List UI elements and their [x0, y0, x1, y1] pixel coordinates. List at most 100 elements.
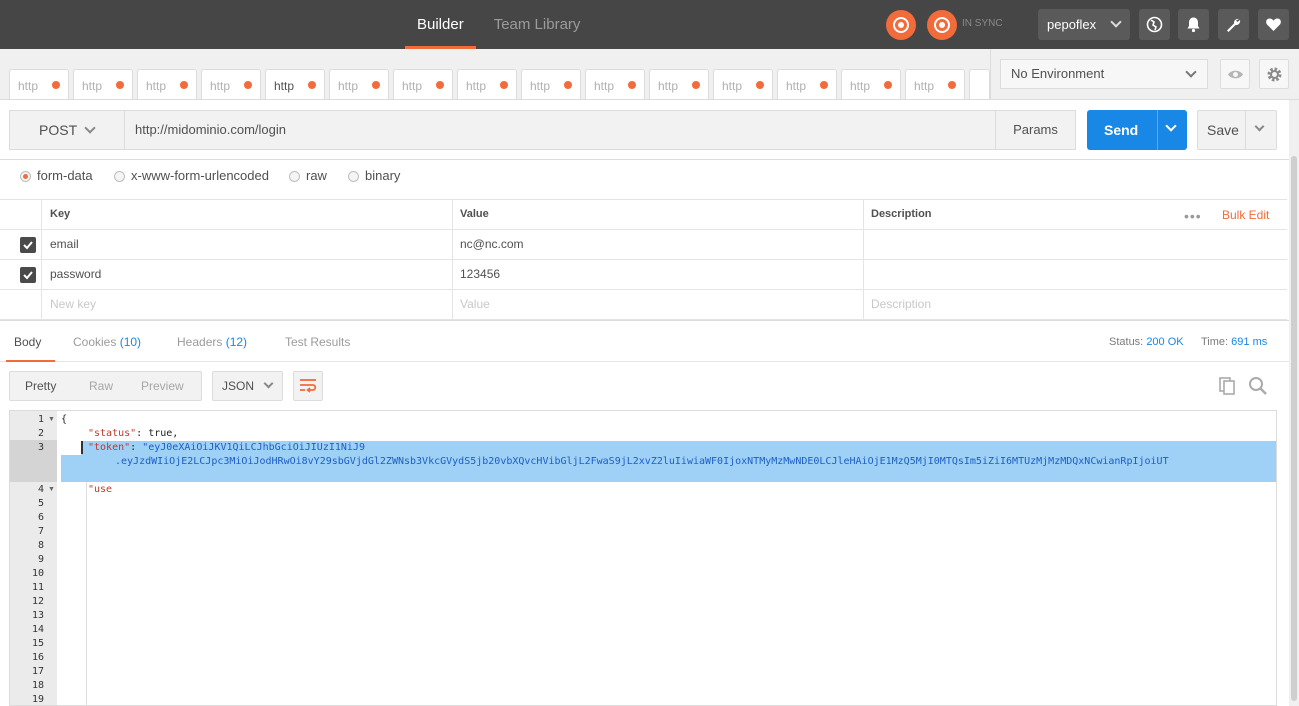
- radio-icon: [348, 171, 359, 182]
- unsaved-dot-icon: [116, 81, 124, 89]
- line-number: 10: [31, 568, 44, 579]
- chevron-down-icon[interactable]: [1254, 121, 1265, 132]
- indent-guide: [86, 482, 87, 705]
- environment-selected: No Environment: [1011, 66, 1105, 81]
- description-cell[interactable]: [863, 260, 1287, 289]
- copy-icon[interactable]: [1218, 376, 1238, 396]
- unsaved-dot-icon: [564, 81, 572, 89]
- url-input[interactable]: http://midominio.com/login: [125, 110, 996, 150]
- radio-binary[interactable]: binary: [348, 166, 400, 186]
- unsaved-dot-icon: [948, 81, 956, 89]
- bell-icon[interactable]: [1178, 9, 1209, 40]
- json-value: "eyJ0eXAiOiJKV1QiLCJhbGciOiJIUzI1NiJ9: [142, 442, 365, 453]
- environment-select[interactable]: No Environment: [1000, 59, 1208, 89]
- tab-builder[interactable]: Builder: [405, 0, 476, 49]
- view-preview-button[interactable]: Preview: [141, 372, 184, 400]
- tab-label: Body: [14, 335, 42, 349]
- code-line: "status": true,: [88, 428, 178, 439]
- request-tab-overflow[interactable]: [969, 69, 990, 99]
- request-tab-label: http: [530, 79, 551, 93]
- line-number: 11: [31, 582, 44, 593]
- request-tab[interactable]: http: [201, 69, 261, 99]
- page-scrollbar[interactable]: [1289, 100, 1299, 706]
- response-status: Status: 200 OK: [1109, 336, 1184, 348]
- request-tab-label: http: [786, 79, 807, 93]
- request-tab[interactable]: http: [521, 69, 581, 99]
- bulk-edit-link[interactable]: Bulk Edit: [1222, 208, 1269, 222]
- heart-icon[interactable]: [1258, 9, 1289, 40]
- tab-cookies[interactable]: Cookies (10): [73, 321, 141, 362]
- chevron-down-icon[interactable]: [1165, 120, 1177, 132]
- new-value-input[interactable]: Value: [452, 290, 863, 319]
- tab-count: (10): [119, 335, 142, 349]
- request-tab-active[interactable]: http: [265, 69, 325, 99]
- gear-icon[interactable]: [1259, 59, 1289, 89]
- radio-x-www-form-urlencoded[interactable]: x-www-form-urlencoded: [114, 166, 269, 186]
- row-checkbox[interactable]: [20, 267, 36, 283]
- save-button[interactable]: Save: [1197, 110, 1277, 150]
- description-cell[interactable]: [863, 230, 1287, 259]
- view-raw-button[interactable]: Raw: [89, 372, 113, 400]
- table-row: email nc@nc.com: [0, 230, 1287, 260]
- status-label: Status:: [1109, 336, 1144, 348]
- more-options-icon[interactable]: •••: [1184, 209, 1202, 223]
- fold-toggle-icon[interactable]: ▼: [48, 416, 55, 423]
- response-body-editor[interactable]: 1 2 3 4 5 6 7 8 9 10 11 12 13 14 15 16 1…: [9, 410, 1277, 706]
- search-icon[interactable]: [1248, 376, 1268, 396]
- sync-status-icon[interactable]: [927, 10, 957, 40]
- text-caret: [81, 441, 83, 454]
- code-line: "use: [88, 484, 112, 495]
- request-tab[interactable]: http: [905, 69, 965, 99]
- eye-icon[interactable]: [1220, 59, 1250, 89]
- request-tab[interactable]: http: [393, 69, 453, 99]
- line-number: 13: [31, 610, 44, 621]
- request-tab[interactable]: http: [585, 69, 645, 99]
- request-tab-label: http: [914, 79, 935, 93]
- new-key-input[interactable]: New key: [41, 290, 452, 319]
- value-cell[interactable]: 123456: [452, 260, 863, 289]
- request-tab[interactable]: http: [137, 69, 197, 99]
- request-tab[interactable]: http: [457, 69, 517, 99]
- request-tab[interactable]: http: [713, 69, 773, 99]
- key-cell[interactable]: password: [41, 260, 452, 289]
- interceptor-icon[interactable]: [886, 10, 916, 40]
- tab-test-results[interactable]: Test Results: [285, 321, 350, 362]
- unsaved-dot-icon: [244, 81, 252, 89]
- user-menu[interactable]: pepoflex: [1038, 9, 1130, 40]
- globe-icon[interactable]: [1139, 9, 1170, 40]
- wrench-icon[interactable]: [1218, 9, 1249, 40]
- radio-raw[interactable]: raw: [289, 166, 327, 186]
- request-tab[interactable]: http: [73, 69, 133, 99]
- params-button[interactable]: Params: [995, 110, 1076, 150]
- request-tab[interactable]: http: [649, 69, 709, 99]
- wrap-lines-icon[interactable]: [293, 371, 323, 401]
- method-select[interactable]: POST: [9, 110, 125, 150]
- tab-headers[interactable]: Headers (12): [177, 321, 247, 362]
- new-description-input[interactable]: Description: [863, 290, 1287, 319]
- view-pretty-button[interactable]: Pretty: [25, 372, 56, 400]
- unsaved-dot-icon: [52, 81, 60, 89]
- fold-toggle-icon[interactable]: ▼: [48, 486, 55, 493]
- format-select[interactable]: JSON: [212, 371, 283, 401]
- request-tab[interactable]: http: [841, 69, 901, 99]
- line-number: 9: [37, 554, 44, 565]
- key-cell[interactable]: email: [41, 230, 452, 259]
- json-key: "token": [88, 442, 131, 453]
- tab-team-library[interactable]: Team Library: [482, 0, 593, 49]
- send-button[interactable]: Send: [1087, 110, 1187, 150]
- time-value: 691 ms: [1231, 336, 1268, 348]
- request-tab-label: http: [18, 79, 39, 93]
- value-cell[interactable]: nc@nc.com: [452, 230, 863, 259]
- code-line: {: [61, 414, 67, 425]
- code-line: .eyJzdWIiOjE2LCJpc3MiOiJodHRwOi8vY29sbGV…: [115, 456, 1169, 467]
- tab-body[interactable]: Body: [5, 321, 56, 363]
- radio-label: x-www-form-urlencoded: [131, 168, 269, 183]
- scrollbar-thumb[interactable]: [1291, 156, 1297, 701]
- header-key: Key: [41, 200, 452, 229]
- row-checkbox[interactable]: [20, 237, 36, 253]
- request-tab[interactable]: http: [9, 69, 69, 99]
- radio-form-data[interactable]: form-data: [20, 166, 93, 186]
- line-number: 19: [31, 694, 44, 705]
- request-tab[interactable]: http: [777, 69, 837, 99]
- request-tab[interactable]: http: [329, 69, 389, 99]
